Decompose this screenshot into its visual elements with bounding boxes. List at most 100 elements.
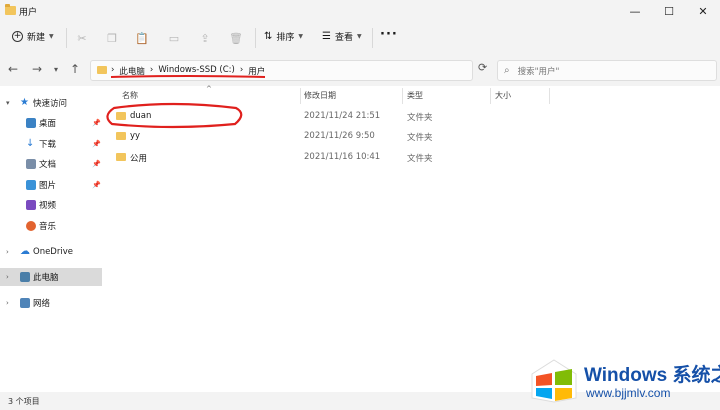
paste-icon[interactable]: 📋 xyxy=(134,30,150,46)
close-button[interactable]: ✕ xyxy=(686,0,720,22)
sidebar-item-label: 音乐 xyxy=(39,222,57,232)
column-header-size[interactable]: 大小 xyxy=(495,90,511,101)
red-underline-annotation xyxy=(110,75,266,78)
column-header-name[interactable]: 名称 xyxy=(122,90,138,101)
new-label: 新建 xyxy=(27,33,46,43)
sidebar-item-label: 文档 xyxy=(39,160,57,170)
new-button[interactable]: + 新建 ▼ xyxy=(12,30,54,43)
command-bar: + 新建 ▼ ✂ ❐ 📋 ▭ ⇪ 🗑 ⇅ 排序 ▼ ☰ 查看 ▼ ··· xyxy=(0,22,720,54)
chevron-right-icon[interactable]: › xyxy=(6,248,9,256)
search-placeholder: 搜索"用户" xyxy=(517,66,560,77)
sidebar-item-quick-access[interactable]: ▾ ★ 快速访问 xyxy=(0,94,102,112)
pictures-icon xyxy=(26,180,36,190)
sidebar-item-label: 视频 xyxy=(39,201,57,211)
pin-icon[interactable]: 📌 xyxy=(92,119,101,127)
cloud-icon: ☁ xyxy=(20,246,30,257)
more-options-button[interactable]: ··· xyxy=(380,27,398,42)
search-input[interactable]: ⌕ 搜索"用户" xyxy=(497,60,717,81)
folder-icon xyxy=(116,153,126,161)
music-icon xyxy=(26,221,36,231)
sidebar-item-label: 网络 xyxy=(33,299,51,309)
navigation-pane: ▾ ★ 快速访问 桌面 📌 ↓ 下载 📌 文档 📌 图片 📌 视频 音乐 › ☁… xyxy=(0,86,102,392)
sidebar-item-label: 此电脑 xyxy=(33,273,59,283)
star-icon: ★ xyxy=(20,97,29,108)
file-list: ^ 名称 修改日期 类型 大小 duan 2021/11/24 21:51 文件… xyxy=(102,85,720,392)
chevron-down-icon: ▼ xyxy=(298,33,304,40)
table-row[interactable]: 公用 2021/11/16 10:41 文件夹 xyxy=(102,148,720,166)
column-divider[interactable] xyxy=(300,88,301,104)
sidebar-item-label: 快速访问 xyxy=(33,99,68,109)
folder-icon xyxy=(97,66,107,74)
sidebar-item-downloads[interactable]: ↓ 下载 📌 xyxy=(0,135,102,153)
desktop-icon xyxy=(26,118,36,128)
video-icon xyxy=(26,200,36,210)
column-divider[interactable] xyxy=(490,88,491,104)
forward-arrow-icon[interactable]: → xyxy=(32,62,42,76)
chevron-down-icon[interactable]: ▾ xyxy=(6,99,10,107)
up-arrow-icon[interactable]: ↑ xyxy=(70,62,80,76)
file-modified: 2021/11/16 10:41 xyxy=(304,152,381,162)
file-modified: 2021/11/24 21:51 xyxy=(304,111,381,121)
rename-icon[interactable]: ▭ xyxy=(166,30,182,46)
sidebar-item-label: OneDrive xyxy=(33,247,73,257)
sidebar-item-network[interactable]: › 网络 xyxy=(0,294,102,312)
recent-locations-icon[interactable]: ▾ xyxy=(54,65,58,74)
sort-button[interactable]: ⇅ 排序 ▼ xyxy=(264,30,303,43)
sidebar-item-documents[interactable]: 文档 📌 xyxy=(0,155,102,173)
download-icon: ↓ xyxy=(26,138,35,149)
view-button[interactable]: ☰ 查看 ▼ xyxy=(322,30,362,43)
chevron-down-icon: ▼ xyxy=(49,33,54,40)
sidebar-item-this-pc[interactable]: › 此电脑 xyxy=(0,268,102,286)
pin-icon[interactable]: 📌 xyxy=(92,140,101,148)
maximize-button[interactable]: ☐ xyxy=(652,0,686,22)
network-icon xyxy=(20,298,30,308)
column-divider[interactable] xyxy=(549,88,550,104)
column-header-type[interactable]: 类型 xyxy=(407,90,423,101)
view-icon: ☰ xyxy=(322,31,331,42)
sidebar-item-desktop[interactable]: 桌面 📌 xyxy=(0,114,102,132)
sort-icon: ⇅ xyxy=(264,31,273,42)
refresh-icon[interactable]: ⟳ xyxy=(478,61,487,74)
computer-icon xyxy=(20,272,30,282)
file-type: 文件夹 xyxy=(407,133,433,143)
file-name: yy xyxy=(130,131,141,141)
column-divider[interactable] xyxy=(402,88,403,104)
toolbar-divider xyxy=(372,28,373,48)
address-bar[interactable]: › 此电脑 › Windows-SSD (C:) › 用户 ⌵ xyxy=(90,60,554,81)
toolbar-divider xyxy=(66,28,67,48)
toolbar-divider xyxy=(255,28,256,48)
search-icon: ⌕ xyxy=(504,65,510,76)
sidebar-item-pictures[interactable]: 图片 📌 xyxy=(0,176,102,194)
file-type: 文件夹 xyxy=(407,154,433,164)
sidebar-item-videos[interactable]: 视频 xyxy=(0,196,102,214)
file-modified: 2021/11/26 9:50 xyxy=(304,131,375,141)
sort-ascending-icon: ^ xyxy=(206,85,212,93)
chevron-down-icon: ▼ xyxy=(356,33,362,40)
delete-icon[interactable]: 🗑 xyxy=(228,30,244,46)
chevron-right-icon[interactable]: › xyxy=(6,273,9,281)
red-circle-annotation xyxy=(106,102,243,129)
column-header-modified[interactable]: 修改日期 xyxy=(304,90,336,101)
minimize-button[interactable]: — xyxy=(618,0,652,22)
back-arrow-icon[interactable]: ← xyxy=(8,62,18,76)
watermark-brand: Windows 系统之家 xyxy=(584,365,720,386)
folder-icon xyxy=(5,4,16,15)
pin-icon[interactable]: 📌 xyxy=(92,181,101,189)
title-bar: 用户 — ☐ ✕ xyxy=(0,0,720,22)
sidebar-item-music[interactable]: 音乐 xyxy=(0,217,102,235)
file-name: 公用 xyxy=(130,154,148,164)
file-type: 文件夹 xyxy=(407,113,433,123)
watermark: Windows 系统之家 www.bjjmlv.com xyxy=(530,356,720,406)
sort-label: 排序 xyxy=(276,33,295,43)
sidebar-item-onedrive[interactable]: › ☁ OneDrive xyxy=(0,243,102,261)
copy-icon[interactable]: ❐ xyxy=(104,30,120,46)
pin-icon[interactable]: 📌 xyxy=(92,160,101,168)
watermark-url: www.bjjmlv.com xyxy=(586,386,671,400)
cut-icon[interactable]: ✂ xyxy=(74,30,90,46)
window-title: 用户 xyxy=(19,8,38,18)
windows-logo-icon xyxy=(531,359,577,403)
sidebar-item-label: 下载 xyxy=(39,140,57,150)
share-icon[interactable]: ⇪ xyxy=(197,30,213,46)
chevron-right-icon[interactable]: › xyxy=(6,299,9,307)
sidebar-item-label: 桌面 xyxy=(39,119,57,129)
